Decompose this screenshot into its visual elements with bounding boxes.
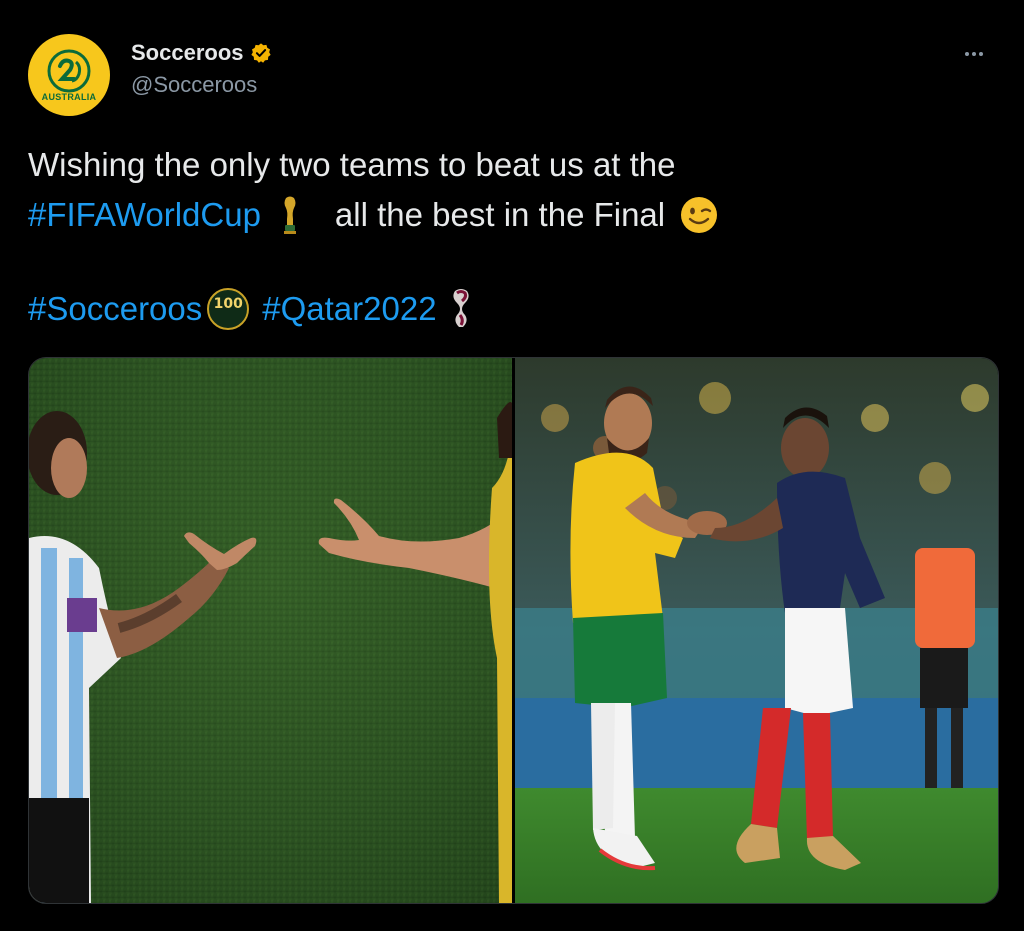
avatar[interactable]: AUSTRALIA	[28, 34, 110, 116]
tweet-line-1-text: Wishing the only two teams to beat us at…	[28, 146, 676, 183]
handshake-photo-argentina-australia[interactable]	[29, 358, 512, 903]
hashtag-fifaworldcup[interactable]: #FIFAWorldCup	[28, 190, 261, 240]
socceroos-100-badge-icon: 100	[206, 287, 250, 331]
hashtag-socceroos[interactable]: #Socceroos	[28, 284, 202, 334]
more-horizontal-icon-dot	[979, 52, 983, 56]
verified-badge-icon	[250, 43, 271, 63]
world-cup-trophy-icon	[283, 196, 296, 234]
more-horizontal-icon	[965, 52, 969, 56]
more-horizontal-icon-dot	[972, 52, 976, 56]
avatar-text: AUSTRALIA	[41, 92, 97, 102]
winking-face-emoji-icon	[681, 197, 718, 233]
tweet-author: Socceroos @Socceroos	[131, 40, 272, 98]
more-options-button[interactable]	[956, 42, 992, 66]
tweet-media[interactable]	[28, 357, 999, 904]
handshake-photo-australia-france[interactable]	[515, 358, 998, 903]
handshake-photo-left-image	[29, 358, 512, 903]
tweet-line-2: #FIFAWorldCup all the best in the Final	[28, 190, 988, 240]
display-name[interactable]: Socceroos	[131, 40, 244, 66]
tweet-line-1: Wishing the only two teams to beat us at…	[28, 140, 988, 190]
hashtag-qatar2022[interactable]: #Qatar2022	[262, 284, 436, 334]
handle[interactable]: @Socceroos	[131, 72, 272, 98]
tweet-line-2-text: all the best in the Final	[334, 196, 666, 233]
socceroos-logo-icon	[47, 49, 91, 93]
badge-100-text: 100	[213, 296, 243, 312]
handshake-photo-right-image	[515, 358, 998, 903]
tweet-line-3: #Socceroos 100 #Qatar2022	[28, 284, 988, 334]
name-row: Socceroos	[131, 40, 272, 66]
tweet-text: Wishing the only two teams to beat us at…	[28, 140, 988, 334]
qatar-2022-emblem-icon	[452, 289, 469, 327]
